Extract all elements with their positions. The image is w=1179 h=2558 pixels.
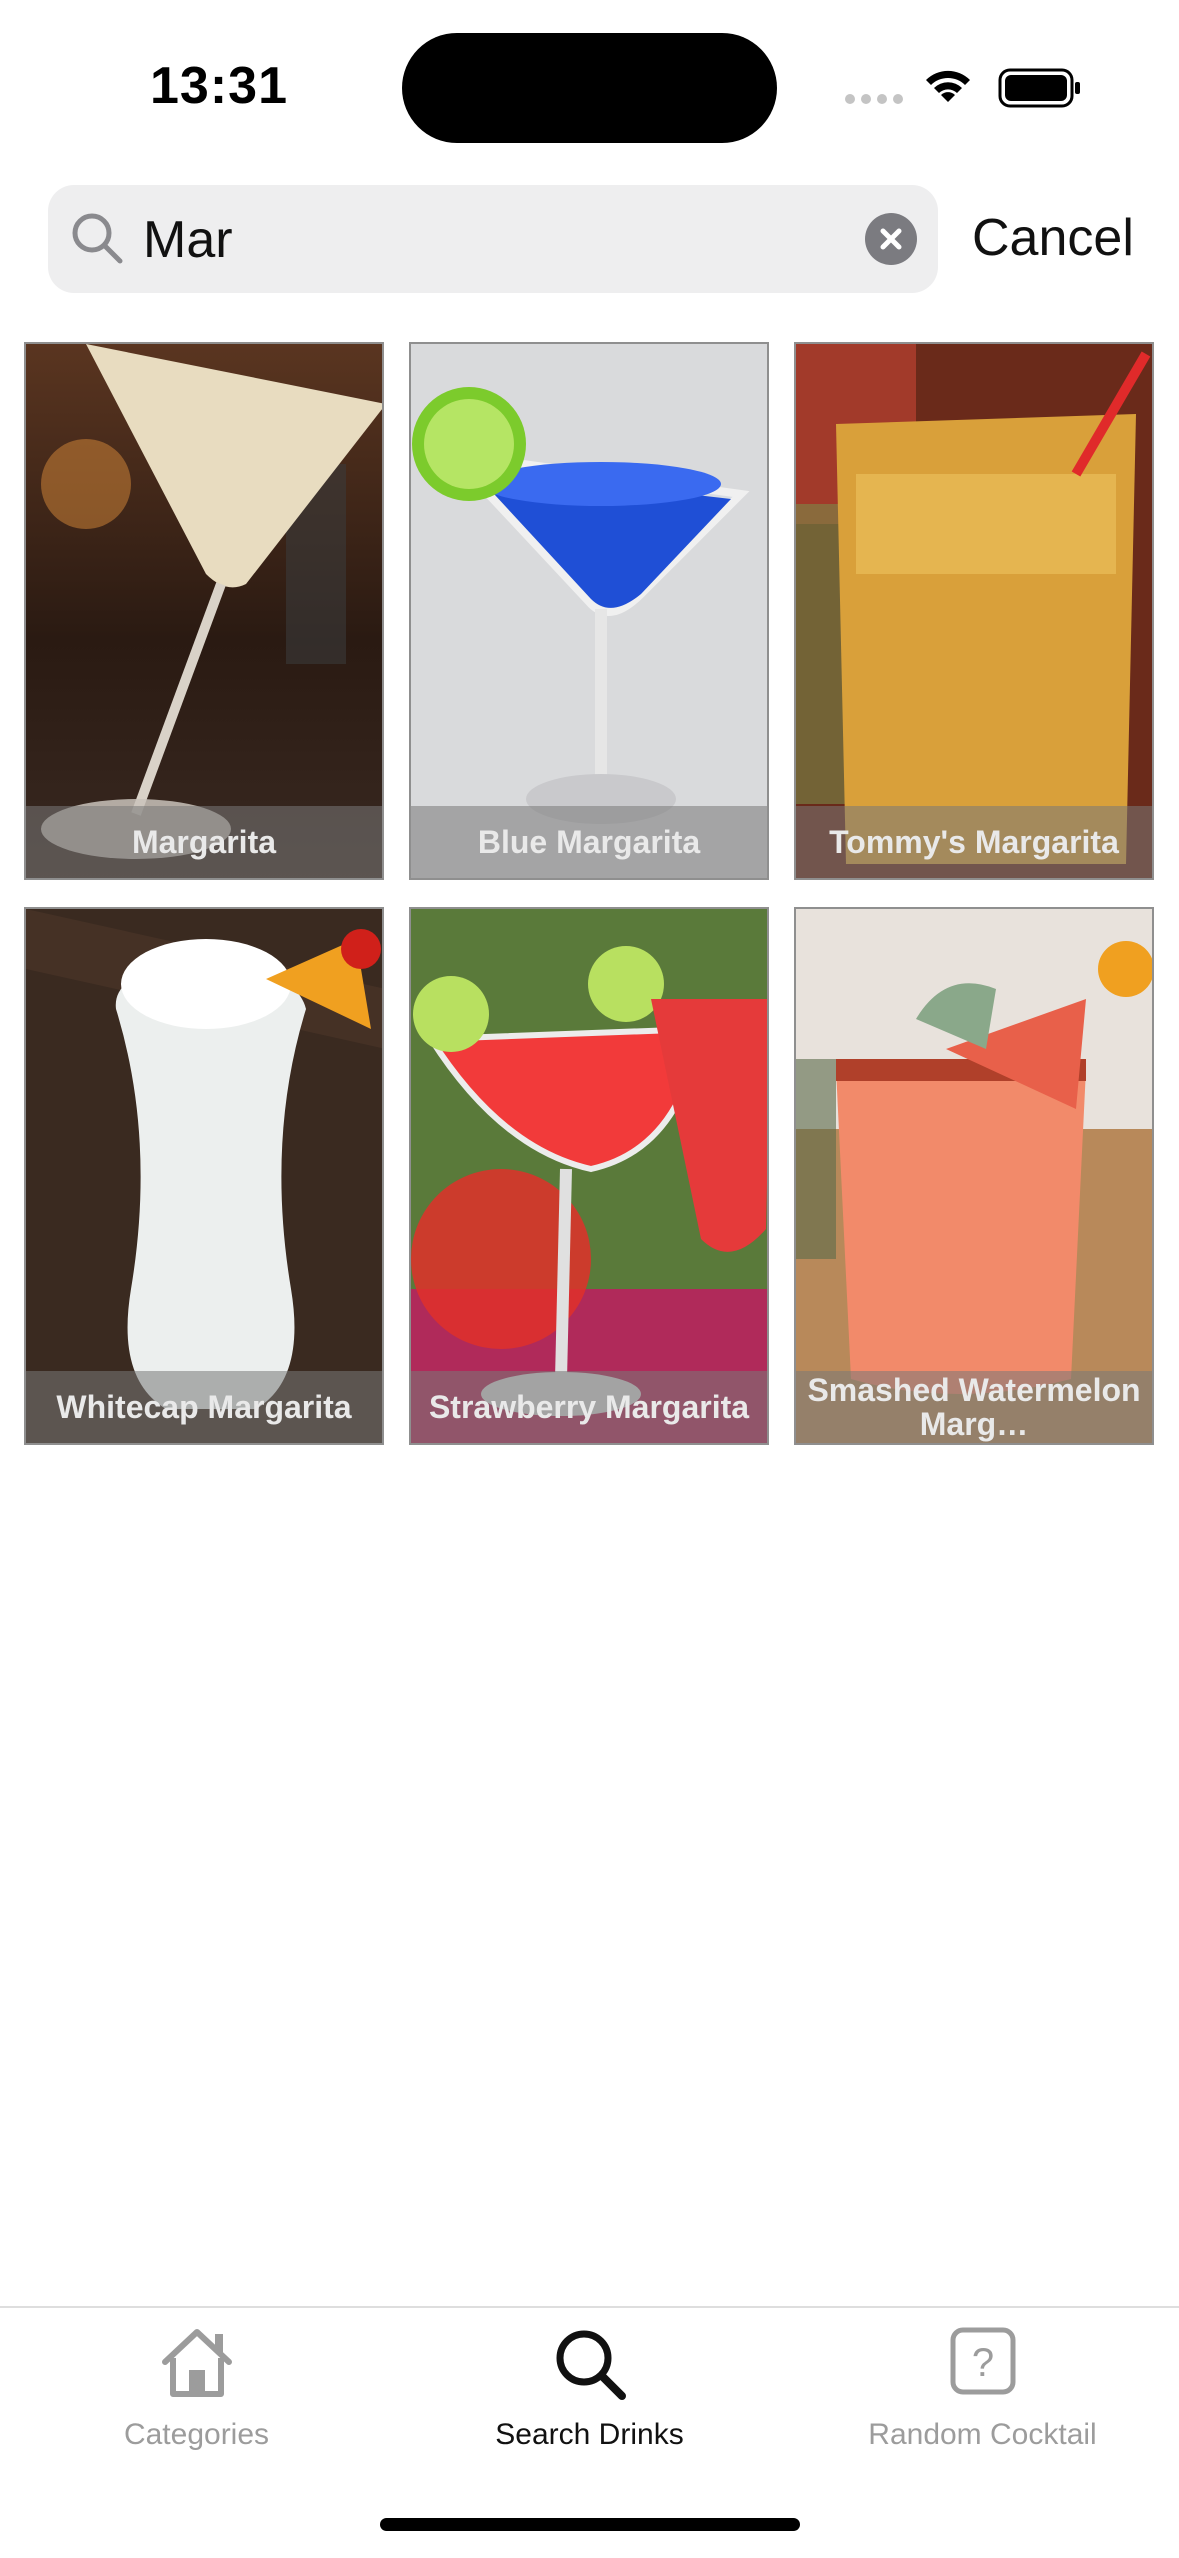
wifi-icon <box>926 70 970 102</box>
questionmark-square-icon: ? <box>950 2327 1015 2395</box>
drink-image <box>411 909 767 1443</box>
search-bar[interactable] <box>48 185 938 293</box>
drink-name: Tommy's Margarita <box>796 806 1152 878</box>
clear-search-button[interactable] <box>865 213 917 265</box>
drink-name: Margarita <box>26 806 382 878</box>
search-input[interactable] <box>141 207 865 273</box>
status-time: 13:31 <box>150 57 288 115</box>
drink-image <box>26 909 382 1443</box>
drink-image <box>796 344 1152 878</box>
search-icon <box>72 213 123 264</box>
tab-categories[interactable]: Categories <box>0 2308 393 2508</box>
drink-image <box>411 344 767 878</box>
drink-card-blue-margarita[interactable]: Blue Margarita <box>409 342 769 880</box>
drink-card-margarita[interactable]: Margarita <box>24 342 384 880</box>
cancel-button[interactable]: Cancel <box>972 208 1134 268</box>
drink-card-whitecap-margarita[interactable]: Whitecap Margarita <box>24 907 384 1445</box>
tab-label: Search Drinks <box>495 2418 684 2451</box>
drink-name: Smashed Watermelon Marg… <box>796 1371 1152 1443</box>
tab-label: Categories <box>123 2418 270 2451</box>
tab-search-drinks[interactable]: Search Drinks <box>393 2308 786 2508</box>
drink-name: Whitecap Margarita <box>26 1371 382 1443</box>
clear-icon <box>880 228 902 250</box>
drink-card-smashed-watermelon-margarita[interactable]: Smashed Watermelon Marg… <box>794 907 1154 1445</box>
drink-card-strawberry-margarita[interactable]: Strawberry Margarita <box>409 907 769 1445</box>
home-indicator <box>380 2518 800 2531</box>
tab-label: Random Cocktail <box>868 2418 1097 2451</box>
dynamic-island <box>402 33 777 143</box>
battery-icon <box>998 68 1080 108</box>
drink-name: Strawberry Margarita <box>411 1371 767 1443</box>
cellular-signal-icon <box>845 94 903 104</box>
results-grid: Margarita Blue Margarita Tommy's Margari… <box>24 342 1155 1446</box>
drink-name: Blue Margarita <box>411 806 767 878</box>
search-icon <box>556 2330 626 2400</box>
house-icon <box>161 2329 232 2397</box>
drink-image <box>796 909 1152 1443</box>
drink-card-tommys-margarita[interactable]: Tommy's Margarita <box>794 342 1154 880</box>
svg-text:?: ? <box>971 2341 993 2385</box>
drink-image <box>26 344 382 878</box>
tab-random-cocktail[interactable]: ? Random Cocktail <box>786 2308 1179 2508</box>
